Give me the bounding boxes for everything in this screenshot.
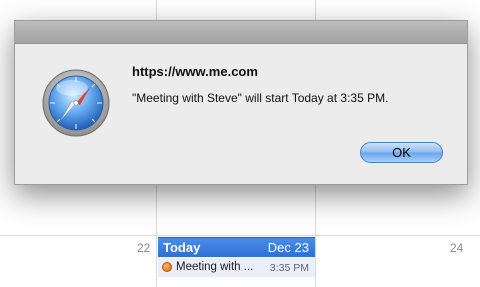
day-number-24: 24	[450, 241, 464, 255]
event-time: 3:35 PM	[269, 262, 309, 274]
today-label: Today	[163, 240, 201, 255]
ok-button[interactable]: OK	[360, 142, 443, 163]
alert-dialog: https://www.me.com "Meeting with Steve" …	[14, 20, 468, 185]
calendar-event[interactable]: Meeting with ... 3:35 PM	[158, 258, 315, 277]
alert-message: "Meeting with Steve" will start Today at…	[132, 91, 389, 105]
today-date: Dec 23	[267, 240, 309, 255]
today-header[interactable]: Today Dec 23	[158, 237, 315, 257]
event-title: Meeting with ...	[176, 261, 254, 273]
calendar-grid-line	[0, 235, 480, 236]
alert-titlebar	[15, 21, 467, 44]
event-color-dot-icon	[162, 262, 172, 272]
day-number-22: 22	[137, 241, 151, 255]
safari-compass-icon	[42, 69, 110, 137]
alert-title: https://www.me.com	[132, 64, 258, 79]
